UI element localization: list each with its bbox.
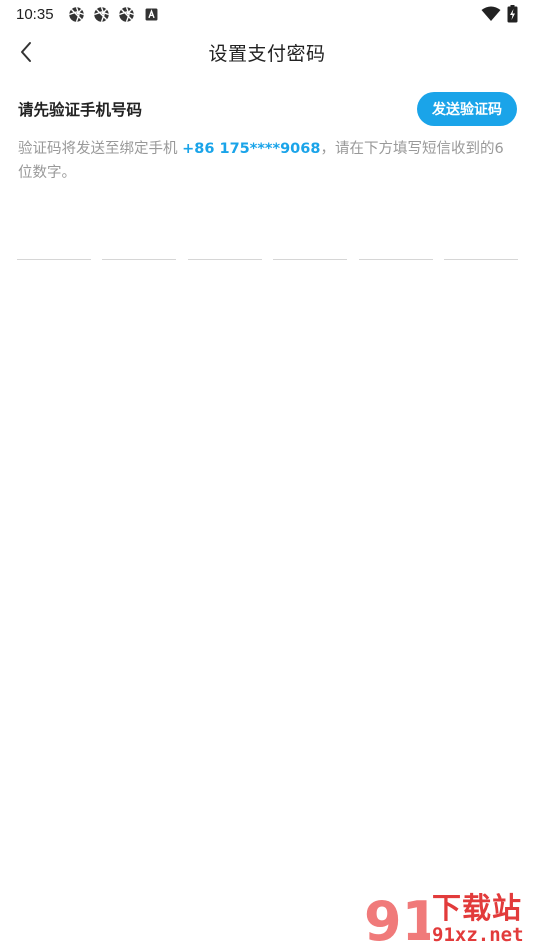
status-time: 10:35 [16,5,54,23]
a-badge-icon [145,8,157,20]
aperture-icon [93,6,109,22]
system-icons [481,5,518,23]
watermark: 91 下载站 91xz.net [364,888,534,950]
code-digit-5[interactable] [358,210,433,260]
header: 设置支付密码 [0,30,534,74]
verify-prompt: 请先验证手机号码 [18,101,143,119]
watermark-title: 下载站 [432,891,523,925]
notification-icons [68,6,160,23]
status-bar: 10:35 [0,0,534,28]
info-text: 验证码将发送至绑定手机 +86 175****9068，请在下方填写短信收到的6… [18,137,518,185]
code-digit-3[interactable] [187,210,262,260]
code-digit-4[interactable] [273,210,348,260]
info-prefix: 验证码将发送至绑定手机 [18,141,183,157]
send-code-button[interactable]: 发送验证码 [417,92,517,126]
chevron-left-icon [21,42,31,62]
watermark-url: 91xz.net [432,924,524,946]
watermark-mark: 91 [364,890,430,950]
code-digit-2[interactable] [102,210,177,260]
battery-charging-icon [507,5,518,23]
code-digit-6[interactable] [443,210,518,260]
screen: 10:35 设置支付密码 请先验证手机号码 发送验证码 验证码将发送至绑定手机 … [0,0,534,950]
phone-number: +86 175****9068 [182,141,321,157]
code-inputs [17,210,518,260]
back-button[interactable] [12,38,40,66]
watermark-logo: 91 [364,890,430,950]
aperture-icon [68,6,84,22]
wifi-icon [481,6,501,21]
watermark-text: 下载站 91xz.net [432,892,524,946]
code-digit-1[interactable] [17,210,91,260]
verify-row: 请先验证手机号码 发送验证码 [18,92,517,126]
aperture-icon [118,6,134,22]
page-title: 设置支付密码 [208,42,326,65]
